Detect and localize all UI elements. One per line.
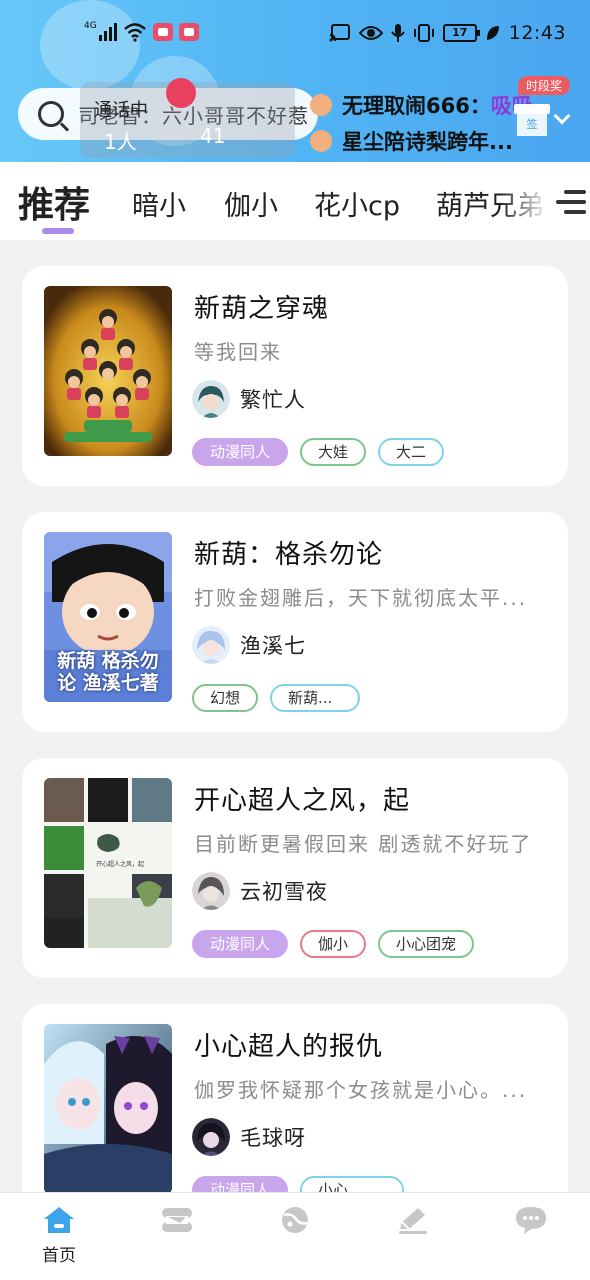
avatar [192,1118,230,1156]
header: 4G 17 12:43 司老智：六小哥哥不好惹 通话中 1人 41 无理取闹66… [0,0,590,162]
story-tags: 动漫同人 伽小 小心团宠 [192,930,475,958]
nav-home[interactable]: 首页 [29,1205,89,1266]
chevron-down-icon[interactable] [553,107,571,125]
story-author[interactable]: 毛球呀 [192,1118,306,1156]
tab-jia-xiao[interactable]: 伽小 [224,184,278,223]
story-card[interactable]: 新葫 格杀勿论 渔溪七著 新葫：格杀勿论 打败金翅雕后，天下就彻底太平... 渔… [22,512,568,732]
cover-text: 新葫 格杀勿论 渔溪七著 [57,650,159,694]
story-tags: 动漫同人 大娃 大二 [192,438,445,466]
avatar [192,872,230,910]
danmaku-text: 星尘陪诗梨跨年... [342,130,513,154]
category-tabs: 推荐 暗小 伽小 花小cp 葫芦兄弟 [0,162,590,240]
story-cover-image [44,286,172,456]
status-time: 12:43 [508,22,566,44]
story-description: 打败金翅雕后，天下就彻底太平... [194,586,528,610]
nav-library[interactable] [147,1205,207,1235]
gift-box-label: 签 [517,114,547,136]
battery-icon: 17 [442,24,480,42]
avatar [310,94,332,116]
story-title: 新葫：格杀勿论 [194,540,384,570]
vibrate-icon [413,24,434,42]
tag[interactable]: 动漫同人 [192,438,289,466]
gift-box-icon[interactable]: 签 [514,98,550,138]
tag[interactable]: 大娃 [300,438,367,466]
status-bar: 4G 17 12:43 [0,18,590,52]
search-icon [38,101,64,127]
leaf-icon [486,26,499,40]
story-cover-image: 开心超人之风，起 [44,778,172,948]
eye-icon [358,26,383,40]
tag[interactable]: 幻想 [192,684,259,712]
avatar [192,380,230,418]
tag[interactable]: 动漫同人 [192,930,289,958]
story-author[interactable]: 繁忙人 [192,380,306,418]
danmaku-user: 无理取闹 [342,94,426,118]
story-title: 小心超人的报仇 [194,1032,384,1062]
svg-text:开心超人之风，起: 开心超人之风，起 [96,860,144,868]
active-tab-indicator [42,228,74,234]
tag[interactable]: 动漫同人 [192,1176,289,1192]
network-type: 4G [84,21,97,31]
story-author[interactable]: 渔溪七 [192,626,306,664]
story-description: 目前断更暑假回来 剧透就不好玩了 [194,832,533,856]
cast-icon [329,24,350,42]
story-cover-image [44,1024,172,1192]
nav-home-label: 首页 [42,1246,76,1266]
tab-recommend[interactable]: 推荐 [18,176,90,228]
danmaku-line: 星尘陪诗梨跨年... [310,126,513,156]
signal-icon [98,23,117,41]
avatar [192,626,230,664]
tab-an-xiao[interactable]: 暗小 [132,184,186,223]
tab-hua-xiao-cp[interactable]: 花小cp [314,184,400,223]
nav-messages[interactable] [501,1205,561,1235]
story-title: 开心超人之风，起 [194,786,411,816]
call-status-label: 通话中 [94,100,148,121]
story-cover-image: 新葫 格杀勿论 渔溪七著 [44,532,172,702]
live-badge-icon[interactable] [166,78,196,108]
pen-icon [399,1208,427,1234]
author-name: 繁忙人 [240,388,306,412]
stack-icon [162,1208,192,1232]
story-author[interactable]: 云初雪夜 [192,872,328,910]
planet-icon [282,1207,309,1233]
story-title: 新葫之穿魂 [194,294,330,324]
nav-discover[interactable] [265,1205,325,1235]
microphone-icon [390,24,405,42]
author-name: 云初雪夜 [240,880,328,904]
story-card[interactable]: 小心超人的报仇 伽罗我怀疑那个女孩就是小心。... 毛球呀 动漫同人 小心... [22,1004,568,1192]
danmaku-suffix: 666： [426,94,491,118]
story-tags: 动漫同人 小心... [192,1176,405,1192]
app-notification-icon [178,23,199,41]
story-description: 等我回来 [194,340,282,364]
author-name: 毛球呀 [240,1126,306,1150]
nav-write[interactable] [383,1205,443,1235]
tag[interactable]: 大二 [378,438,445,466]
gift-tag: 时段奖 [518,76,571,95]
danmaku-line: 无理取闹666：吸吸 [310,90,533,120]
story-list: 新葫之穿魂 等我回来 繁忙人 动漫同人 大娃 大二 新葫 格杀勿论 渔溪七著 新… [0,240,590,1192]
story-description: 伽罗我怀疑那个女孩就是小心。... [194,1078,528,1102]
menu-icon[interactable] [556,190,586,216]
bottom-nav: 首页 [0,1192,590,1280]
avatar [310,130,332,152]
message-icon [516,1207,546,1234]
tag[interactable]: 小心... [300,1176,405,1192]
story-tags: 幻想 新葫... [192,684,361,712]
tag[interactable]: 小心团宠 [378,930,475,958]
call-participant-count: 1人 [104,130,137,154]
tag[interactable]: 新葫... [270,684,361,712]
wifi-icon [123,23,146,42]
home-icon [44,1207,74,1233]
app-notification-icon [152,23,173,41]
story-card[interactable]: 新葫之穿魂 等我回来 繁忙人 动漫同人 大娃 大二 [22,266,568,486]
tag[interactable]: 伽小 [300,930,367,958]
story-card[interactable]: 开心超人之风，起 开心超人之风，起 目前断更暑假回来 剧透就不好玩了 云初雪夜 … [22,758,568,978]
author-name: 渔溪七 [240,634,306,658]
heart-count: 41 [200,124,226,148]
